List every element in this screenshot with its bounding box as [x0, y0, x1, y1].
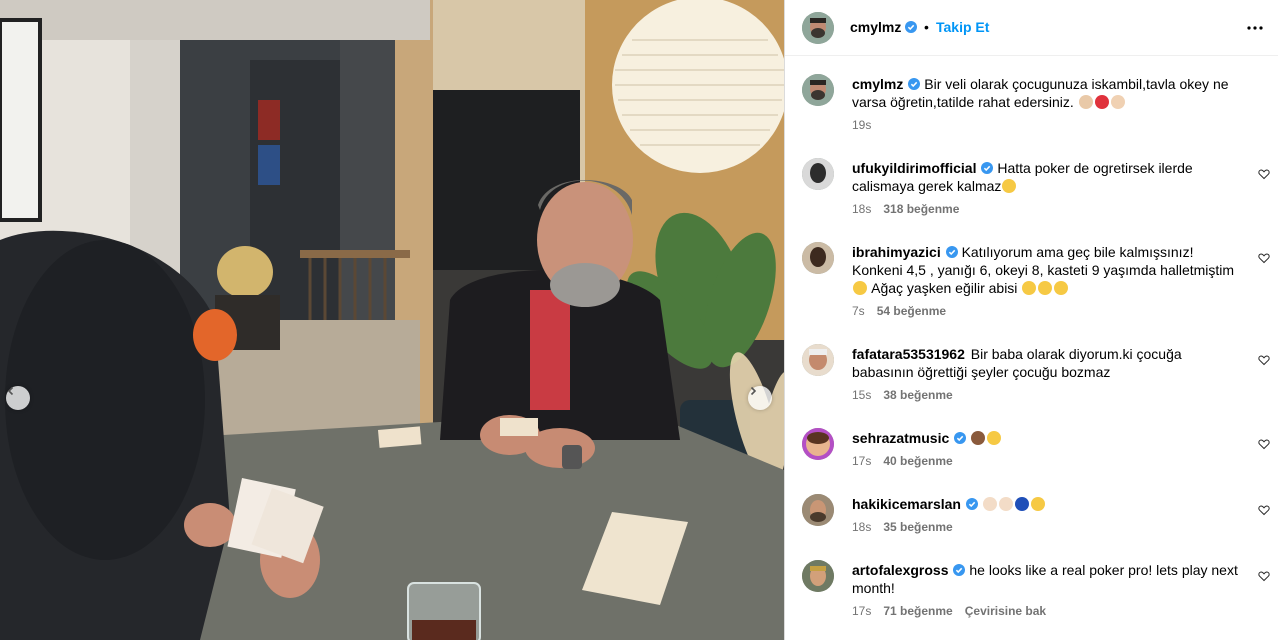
heart-icon[interactable]: [1258, 570, 1270, 582]
heart-icon[interactable]: [1258, 504, 1270, 516]
comment-time: 17s: [852, 454, 872, 468]
comment-time: 18s: [852, 202, 872, 216]
caption-time: 19s: [852, 118, 872, 132]
follow-button[interactable]: Takip Et: [936, 19, 989, 35]
point-up-emoji-icon: [998, 497, 1013, 511]
comment-time: 15s: [852, 388, 872, 402]
laughing-emoji-icon: [1054, 281, 1069, 295]
comment-meta: 17s 71 beğenme Çevirisine bak: [852, 604, 1046, 618]
author-avatar[interactable]: [802, 74, 834, 106]
comment-username[interactable]: sehrazatmusic: [852, 430, 949, 446]
verified-icon: [965, 498, 978, 510]
comment-username[interactable]: hakikicemarslan: [852, 496, 961, 512]
commenter-avatar[interactable]: [802, 158, 834, 190]
verified-icon: [954, 432, 967, 444]
boy-emoji-icon: [1110, 95, 1125, 109]
comment-likes[interactable]: 40 beğenme: [883, 454, 952, 468]
heart-icon[interactable]: [1258, 168, 1270, 180]
winking-tongue-emoji-icon: [853, 281, 867, 295]
commenter-avatar[interactable]: [802, 560, 834, 592]
comment-likes[interactable]: 71 beğenme: [883, 604, 952, 618]
commenter-avatar[interactable]: [802, 494, 834, 526]
comment-likes[interactable]: 318 beğenme: [883, 202, 959, 216]
caption-meta: 19s: [852, 118, 871, 132]
chevron-right-icon: [750, 386, 757, 396]
laughing-emoji-icon: [1022, 281, 1037, 295]
caption-username[interactable]: cmylmz: [852, 76, 903, 92]
nazar-emoji-icon: [1014, 497, 1029, 511]
heart-icon[interactable]: [1258, 354, 1270, 366]
winking-tongue-emoji-icon: [1002, 179, 1017, 193]
heart-emoji-icon: [1094, 95, 1109, 109]
comment-username[interactable]: fafatara53531962: [852, 346, 965, 362]
see-translation-link[interactable]: Çevirisine bak: [965, 604, 1046, 618]
comment-meta: 15s 38 beğenme: [852, 388, 953, 402]
rock-hand-emoji-icon: [971, 431, 986, 445]
post-side-panel: cmylmz • Takip Et cmylmz Bir veli olarak…: [784, 0, 1278, 640]
clap-emoji-icon: [982, 497, 997, 511]
previous-photo-button[interactable]: [6, 386, 30, 410]
comment-time: 7s: [852, 304, 865, 318]
commenter-avatar[interactable]: [802, 344, 834, 376]
comment-time: 18s: [852, 520, 872, 534]
comment-username[interactable]: ufukyildirimofficial: [852, 160, 976, 176]
comment-username[interactable]: ibrahimyazici: [852, 244, 941, 260]
verified-icon: [981, 162, 994, 174]
separator-dot: •: [924, 19, 929, 35]
face-emoji-icon: [1078, 95, 1093, 109]
chevron-left-icon: [7, 386, 14, 396]
heart-icon[interactable]: [1258, 438, 1270, 450]
laughing-emoji-icon: [1038, 281, 1053, 295]
verified-icon: [908, 78, 921, 90]
comment-meta: 17s 40 beğenme: [852, 454, 953, 468]
comment-meta: 7s 54 beğenme: [852, 304, 946, 318]
heart-icon[interactable]: [1258, 252, 1270, 264]
next-photo-button[interactable]: [748, 386, 772, 410]
smile-emoji-icon: [1030, 497, 1045, 511]
comment-likes[interactable]: 54 beğenme: [877, 304, 946, 318]
verified-icon: [953, 564, 966, 576]
author-avatar[interactable]: [802, 12, 834, 44]
comment-meta: 18s 35 beğenme: [852, 520, 953, 534]
verified-icon: [945, 246, 958, 258]
author-username[interactable]: cmylmz: [850, 19, 901, 35]
post-header: cmylmz • Takip Et: [785, 0, 1278, 56]
kiss-emoji-icon: [987, 431, 1002, 445]
more-icon[interactable]: [1245, 18, 1265, 38]
commenter-avatar[interactable]: [802, 428, 834, 460]
comment-text-continued: Ağaç yaşken eğilir abisi: [871, 280, 1018, 296]
comment-time: 17s: [852, 604, 872, 618]
comments-list[interactable]: cmylmz Bir veli olarak çocugunuza iskamb…: [785, 57, 1278, 640]
comment-likes[interactable]: 38 beğenme: [883, 388, 952, 402]
photo-illustration: [0, 0, 784, 640]
comment-meta: 18s 318 beğenme: [852, 202, 959, 216]
comment-likes[interactable]: 35 beğenme: [883, 520, 952, 534]
comment-username[interactable]: artofalexgross: [852, 562, 948, 578]
commenter-avatar[interactable]: [802, 242, 834, 274]
post-photo[interactable]: [0, 0, 784, 640]
verified-icon: [905, 21, 917, 33]
